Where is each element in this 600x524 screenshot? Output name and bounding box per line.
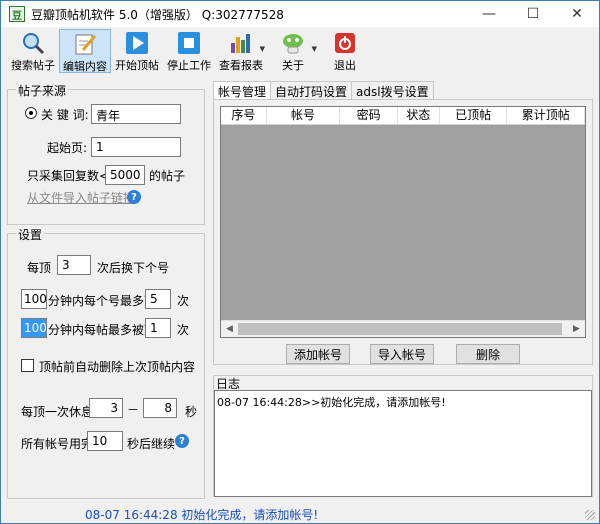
post-max-suffix: 次 <box>177 323 190 337</box>
horizontal-scrollbar[interactable]: ◀ ▶ <box>221 320 585 337</box>
column-header[interactable]: 累计顶帖 <box>507 107 585 124</box>
auto-delete-checkbox[interactable] <box>21 359 34 372</box>
scroll-thumb[interactable] <box>238 323 562 335</box>
account-max-input[interactable]: 5 <box>145 289 171 309</box>
continue-suffix: 秒后继续 <box>127 437 176 451</box>
app-icon-glyph: 豆 <box>12 10 22 22</box>
edit-content-button[interactable]: 编辑内容 <box>59 29 111 73</box>
power-icon <box>333 31 357 55</box>
log-entry: 08-07 16:44:28>>初始化完成，请添加帐号! <box>217 396 446 409</box>
log-panel: 日志 08-07 16:44:28>>初始化完成，请添加帐号! <box>213 375 593 497</box>
view-report-button[interactable]: 查看报表 ▼ <box>215 29 267 73</box>
account-table[interactable]: 序号 帐号 密码 状态 已顶帖 累计顶帖 ◀ ▶ <box>220 106 586 338</box>
rest-suffix: 秒 <box>185 405 198 419</box>
continue-input[interactable]: 10 <box>87 431 123 451</box>
stop-work-button[interactable]: 停止工作 <box>163 29 215 73</box>
close-button[interactable]: ✕ <box>555 1 599 27</box>
per-top-prefix: 每顶 <box>27 261 52 275</box>
about-button[interactable]: 关于 ▼ <box>267 29 319 73</box>
exit-label: 退出 <box>334 59 356 72</box>
stop-work-label: 停止工作 <box>167 59 211 72</box>
bar-chart-icon <box>229 31 253 55</box>
rest-dash: － <box>127 403 140 417</box>
about-label: 关于 <box>282 59 304 72</box>
title-bar: 豆 豆瓣顶帖机软件 5.0（增强版） Q:302777528 — ☐ ✕ <box>1 1 599 27</box>
column-header[interactable]: 状态 <box>398 107 440 124</box>
delete-account-button[interactable]: 删除 <box>456 344 520 364</box>
search-posts-button[interactable]: 搜索帖子 <box>7 29 59 73</box>
magnifier-icon <box>21 31 45 55</box>
edit-content-label: 编辑内容 <box>63 60 107 73</box>
per-top-suffix: 次后换下个号 <box>97 261 170 275</box>
auto-delete-label: 顶帖前自动删除上次顶帖内容 <box>39 360 196 374</box>
scroll-left-icon[interactable]: ◀ <box>221 321 238 337</box>
tab-adsl-dial[interactable]: adsl拨号设置 <box>351 81 434 99</box>
column-header[interactable]: 已顶帖 <box>440 107 508 124</box>
post-minutes-input[interactable]: 100 <box>21 318 47 338</box>
post-source-title: 帖子来源 <box>16 82 69 99</box>
column-header[interactable]: 帐号 <box>267 107 341 124</box>
scroll-right-icon[interactable]: ▶ <box>568 321 585 337</box>
view-report-label: 查看报表 <box>219 59 263 72</box>
start-posting-label: 开始顶帖 <box>115 59 159 72</box>
column-header[interactable]: 密码 <box>340 107 399 124</box>
account-minutes-input[interactable]: 100 <box>21 289 47 309</box>
help-icon[interactable]: ? <box>175 434 189 448</box>
start-page-input[interactable]: 1 <box>91 137 181 157</box>
continue-prefix: 所有帐号用完 <box>21 437 94 451</box>
keyword-label: 关 键 词: <box>41 108 89 122</box>
max-reply-suffix: 的帖子 <box>149 169 186 183</box>
maximize-button[interactable]: ☐ <box>511 1 555 27</box>
chevron-down-icon: ▼ <box>259 45 265 53</box>
table-header: 序号 帐号 密码 状态 已顶帖 累计顶帖 <box>221 107 585 125</box>
main-window: 豆 豆瓣顶帖机软件 5.0（增强版） Q:302777528 — ☐ ✕ 搜索帖… <box>0 0 600 524</box>
play-icon <box>125 31 149 55</box>
import-post-links-link[interactable]: 从文件导入帖子链接 <box>27 189 135 206</box>
max-reply-input[interactable]: 5000 <box>105 165 145 185</box>
keyword-radio[interactable] <box>25 107 37 119</box>
rest-min-input[interactable]: 3 <box>89 398 123 418</box>
exit-button[interactable]: 退出 <box>319 29 371 73</box>
chevron-down-icon: ▼ <box>311 45 317 53</box>
search-posts-label: 搜索帖子 <box>11 59 55 72</box>
post-max-input[interactable]: 1 <box>145 318 171 338</box>
keyword-input[interactable]: 青年 <box>91 104 181 124</box>
rest-max-input[interactable]: 8 <box>143 398 177 418</box>
account-minutes-label: 分钟内每个号最多顶 <box>48 294 157 308</box>
add-account-button[interactable]: 添加帐号 <box>286 344 350 364</box>
settings-title: 设置 <box>16 226 45 243</box>
resize-grip[interactable] <box>585 510 595 520</box>
import-account-button[interactable]: 导入帐号 <box>370 344 434 364</box>
start-page-label: 起始页: <box>47 141 88 155</box>
app-icon: 豆 <box>9 6 25 22</box>
tab-strip: 帐号管理 自动打码设置 adsl拨号设置 <box>213 81 434 100</box>
column-header[interactable]: 序号 <box>221 107 267 124</box>
tab-auto-captcha[interactable]: 自动打码设置 <box>270 81 353 99</box>
tab-account-management[interactable]: 帐号管理 <box>213 81 272 100</box>
pencil-note-icon <box>73 32 97 56</box>
per-top-input[interactable]: 3 <box>57 255 91 275</box>
rest-prefix: 每顶一次休息 <box>21 405 94 419</box>
post-minutes-label: 分钟内每帖最多被顶 <box>48 323 157 337</box>
toolbar: 搜索帖子 编辑内容 开始顶帖 停止工作 查看报表 ▼ 关于 ▼ 退出 <box>7 29 371 73</box>
status-text: 08-07 16:44:28 初始化完成，请添加帐号! <box>85 508 319 522</box>
stop-icon <box>177 31 201 55</box>
log-output[interactable]: 08-07 16:44:28>>初始化完成，请添加帐号! <box>214 390 592 497</box>
minimize-button[interactable]: — <box>467 1 511 27</box>
account-panel: 序号 帐号 密码 状态 已顶帖 累计顶帖 ◀ ▶ 添加帐号 导入帐号 删除 <box>213 99 593 365</box>
start-posting-button[interactable]: 开始顶帖 <box>111 29 163 73</box>
account-max-suffix: 次 <box>177 294 190 308</box>
help-icon[interactable]: ? <box>127 190 141 204</box>
window-title: 豆瓣顶帖机软件 5.0（增强版） Q:302777528 <box>31 7 284 22</box>
mascot-icon <box>281 31 305 55</box>
